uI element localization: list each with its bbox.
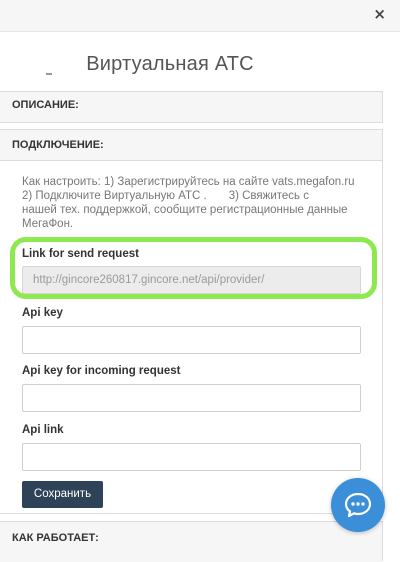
instructions-line-3: нашей тех. поддержкой, сообщите регистра… <box>22 204 348 216</box>
description-panel-header[interactable]: ОПИСАНИЕ: <box>0 92 382 122</box>
instructions-step-3: 3) Свяжитесь с <box>228 190 309 202</box>
instructions-line-1: Как настроить: 1) Зарегистрируйтесь на с… <box>22 176 355 188</box>
instructions-line-4: МегаФон. <box>22 218 74 230</box>
api-key-incoming-field[interactable] <box>22 384 361 412</box>
instructions-line-2: 2) Подключите Виртуальную АТС . 3) Свяжит… <box>22 189 367 203</box>
how-it-works-panel[interactable]: КАК РАБОТАЕТ: <box>0 521 383 562</box>
chat-button[interactable] <box>331 478 385 532</box>
api-link-label: Api link <box>22 424 64 436</box>
decorative-dash <box>46 73 52 75</box>
api-link-field[interactable] <box>22 443 361 471</box>
save-button[interactable]: Сохранить <box>22 481 103 508</box>
close-icon[interactable]: × <box>373 6 386 22</box>
link-field[interactable]: http://gincore260817.gincore.net/api/pro… <box>22 266 361 294</box>
chat-icon <box>344 492 372 518</box>
api-key-field[interactable] <box>22 326 361 354</box>
how-it-works-panel-header[interactable]: КАК РАБОТАЕТ: <box>0 522 382 562</box>
instructions-step-2: 2) Подключите Виртуальную АТС . <box>22 190 207 202</box>
link-label: Link for send request <box>22 248 139 260</box>
api-key-incoming-label: Api key for incoming request <box>22 365 181 377</box>
modal-header-bar: × <box>0 0 400 32</box>
connection-panel-header[interactable]: ПОДКЛЮЧЕНИЕ: <box>0 130 382 161</box>
api-key-label: Api key <box>22 307 63 319</box>
description-panel[interactable]: ОПИСАНИЕ: <box>0 91 383 123</box>
setup-instructions: Как настроить: 1) Зарегистрируйтесь на с… <box>22 175 367 231</box>
